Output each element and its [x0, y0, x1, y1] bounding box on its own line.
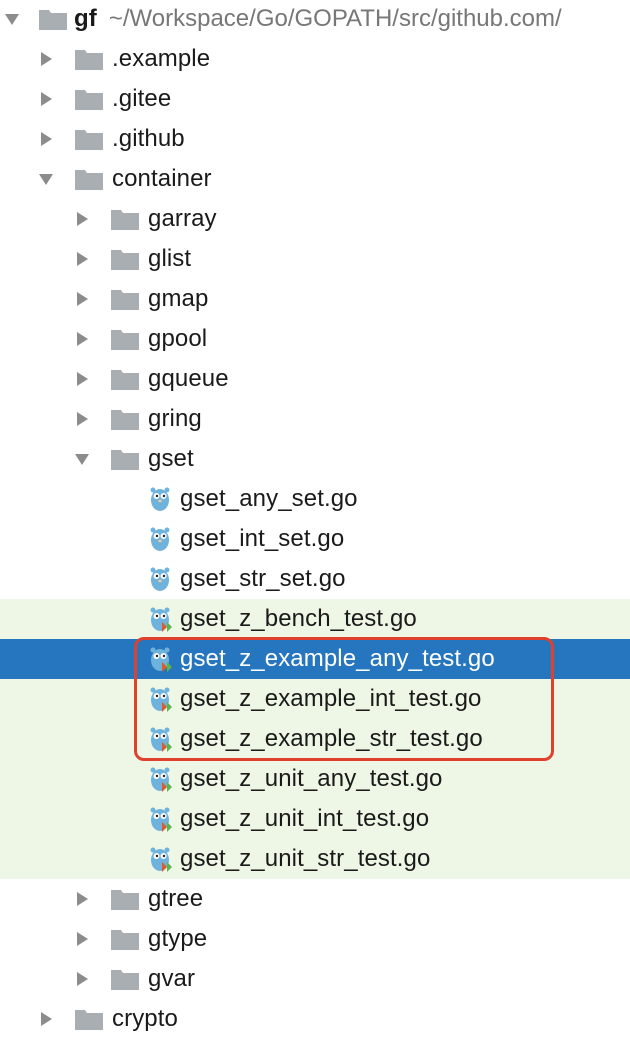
- folder-icon: [74, 127, 104, 151]
- gopher-icon: [148, 485, 172, 513]
- file-row-gset-z-unit-int-test[interactable]: gset_z_unit_int_test.go: [0, 799, 630, 839]
- folder-row-gtype[interactable]: gtype: [0, 919, 630, 959]
- file-label: gset_z_unit_str_test.go: [180, 845, 431, 872]
- folder-icon: [110, 287, 140, 311]
- chevron-right-icon[interactable]: [38, 1011, 54, 1027]
- folder-row-gset[interactable]: gset: [0, 439, 630, 479]
- chevron-right-icon[interactable]: [38, 131, 54, 147]
- folder-label: .example: [112, 45, 211, 72]
- folder-row-gmap[interactable]: gmap: [0, 279, 630, 319]
- folder-label: gset: [148, 445, 194, 472]
- folder-label: crypto: [112, 1005, 178, 1032]
- chevron-right-icon[interactable]: [74, 931, 90, 947]
- chevron-right-icon[interactable]: [74, 291, 90, 307]
- root-name: gf: [74, 5, 97, 32]
- folder-row-gpool[interactable]: gpool: [0, 319, 630, 359]
- chevron-right-icon[interactable]: [74, 251, 90, 267]
- gopher-test-icon: [148, 685, 172, 713]
- file-row-gset-z-unit-str-test[interactable]: gset_z_unit_str_test.go: [0, 839, 630, 879]
- file-label: gset_z_example_int_test.go: [180, 685, 482, 712]
- folder-icon: [110, 247, 140, 271]
- folder-icon: [74, 47, 104, 71]
- chevron-down-icon[interactable]: [74, 451, 90, 467]
- file-row-gset-any-set[interactable]: gset_any_set.go: [0, 479, 630, 519]
- chevron-right-icon[interactable]: [74, 971, 90, 987]
- folder-label: gmap: [148, 285, 209, 312]
- file-row-gset-z-unit-any-test[interactable]: gset_z_unit_any_test.go: [0, 759, 630, 799]
- chevron-right-icon[interactable]: [74, 211, 90, 227]
- folder-label: .gitee: [112, 85, 172, 112]
- chevron-right-icon[interactable]: [74, 371, 90, 387]
- file-label: gset_str_set.go: [180, 565, 346, 592]
- gopher-test-icon: [148, 765, 172, 793]
- folder-label: gpool: [148, 325, 208, 352]
- gopher-test-icon: [148, 805, 172, 833]
- folder-icon: [74, 167, 104, 191]
- folder-row-crypto[interactable]: crypto: [0, 999, 630, 1039]
- folder-icon: [110, 927, 140, 951]
- file-label: gset_z_unit_any_test.go: [180, 765, 443, 792]
- file-row-gset-z-bench-test[interactable]: gset_z_bench_test.go: [0, 599, 630, 639]
- folder-row-gitee[interactable]: .gitee: [0, 79, 630, 119]
- folder-row-garray[interactable]: garray: [0, 199, 630, 239]
- folder-label: gtype: [148, 925, 208, 952]
- folder-icon: [74, 87, 104, 111]
- folder-row-container[interactable]: container: [0, 159, 630, 199]
- chevron-right-icon[interactable]: [74, 891, 90, 907]
- gopher-test-icon: [148, 645, 172, 673]
- folder-row-glist[interactable]: glist: [0, 239, 630, 279]
- folder-label: container: [112, 165, 212, 192]
- folder-row-gring[interactable]: gring: [0, 399, 630, 439]
- folder-label: gvar: [148, 965, 196, 992]
- gopher-test-icon: [148, 725, 172, 753]
- file-label: gset_z_bench_test.go: [180, 605, 417, 632]
- file-row-gset-z-example-int-test[interactable]: gset_z_example_int_test.go: [0, 679, 630, 719]
- chevron-down-icon[interactable]: [4, 11, 20, 27]
- folder-icon: [110, 887, 140, 911]
- file-row-gset-str-set[interactable]: gset_str_set.go: [0, 559, 630, 599]
- file-label: gset_z_example_str_test.go: [180, 725, 483, 752]
- folder-icon: [110, 407, 140, 431]
- folder-label: glist: [148, 245, 192, 272]
- folder-icon: [38, 7, 68, 31]
- folder-icon: [110, 447, 140, 471]
- file-row-gset-z-example-any-test[interactable]: gset_z_example_any_test.go: [0, 639, 630, 679]
- folder-row-gtree[interactable]: gtree: [0, 879, 630, 919]
- file-row-gset-z-example-str-test[interactable]: gset_z_example_str_test.go: [0, 719, 630, 759]
- gopher-test-icon: [148, 845, 172, 873]
- file-label: gset_z_unit_int_test.go: [180, 805, 430, 832]
- chevron-down-icon[interactable]: [38, 171, 54, 187]
- folder-row-gvar[interactable]: gvar: [0, 959, 630, 999]
- chevron-right-icon[interactable]: [74, 331, 90, 347]
- folder-row-example[interactable]: .example: [0, 39, 630, 79]
- folder-icon: [74, 1007, 104, 1031]
- gopher-test-icon: [148, 605, 172, 633]
- folder-icon: [110, 207, 140, 231]
- gopher-icon: [148, 565, 172, 593]
- folder-icon: [110, 367, 140, 391]
- file-label: gset_int_set.go: [180, 525, 345, 552]
- file-row-gset-int-set[interactable]: gset_int_set.go: [0, 519, 630, 559]
- file-label: gset_any_set.go: [180, 485, 358, 512]
- folder-row-gqueue[interactable]: gqueue: [0, 359, 630, 399]
- root-path: ~/Workspace/Go/GOPATH/src/github.com/: [108, 5, 562, 32]
- chevron-right-icon[interactable]: [38, 91, 54, 107]
- folder-label: gtree: [148, 885, 204, 912]
- project-tree: gf ~/Workspace/Go/GOPATH/src/github.com/…: [0, 0, 630, 1038]
- folder-label: garray: [148, 205, 217, 232]
- gopher-icon: [148, 525, 172, 553]
- folder-icon: [110, 327, 140, 351]
- folder-icon: [110, 967, 140, 991]
- folder-label: .github: [112, 125, 185, 152]
- chevron-right-icon[interactable]: [74, 411, 90, 427]
- folder-row-github[interactable]: .github: [0, 119, 630, 159]
- file-label: gset_z_example_any_test.go: [180, 645, 495, 672]
- folder-label: gring: [148, 405, 202, 432]
- chevron-right-icon[interactable]: [38, 51, 54, 67]
- folder-label: gqueue: [148, 365, 229, 392]
- tree-root-gf[interactable]: gf ~/Workspace/Go/GOPATH/src/github.com/: [0, 0, 630, 39]
